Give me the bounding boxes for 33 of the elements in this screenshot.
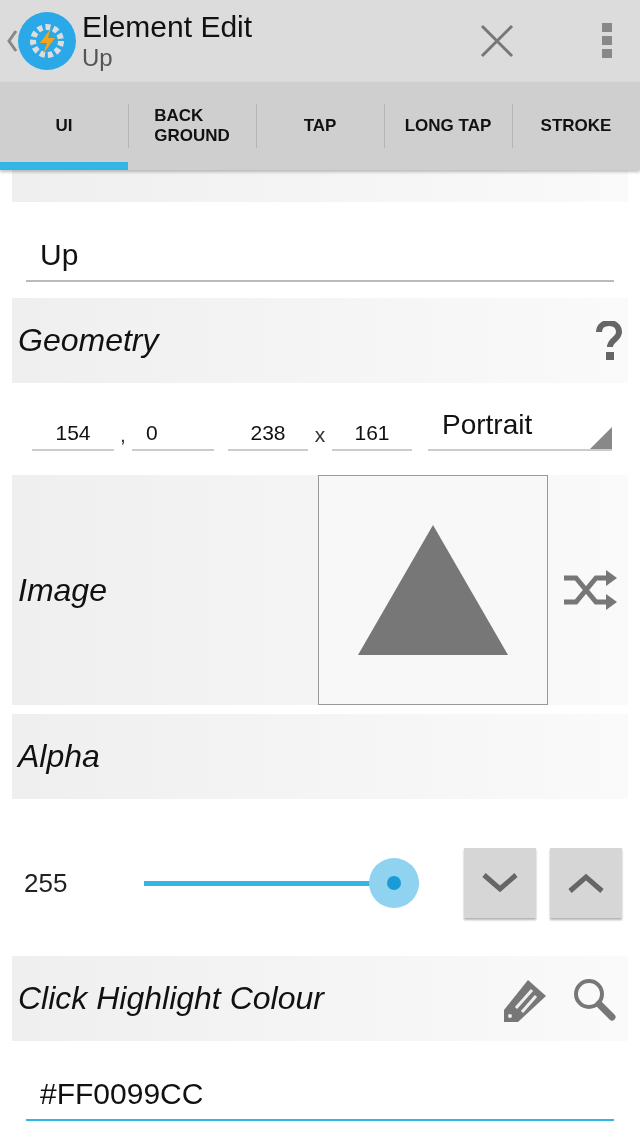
search-icon[interactable] <box>572 976 616 1021</box>
alpha-value: 255 <box>24 867 69 899</box>
section-title: Alpha <box>18 738 100 775</box>
section-title: Click Highlight Colour <box>18 980 324 1017</box>
chevron-up-icon <box>566 871 606 895</box>
name-input-field[interactable]: Up <box>26 230 614 282</box>
gear-bolt-logo-icon <box>18 12 76 70</box>
colour-input-field[interactable]: #FF0099CC <box>26 1069 614 1121</box>
image-preview[interactable] <box>318 475 548 705</box>
tab[interactable]: BACK GROUND <box>128 82 256 170</box>
screen-title: Element Edit <box>82 10 254 44</box>
dropdown-corner-icon <box>590 427 612 449</box>
comma-separator: , <box>119 423 127 448</box>
screen-subtitle: Up <box>82 44 114 72</box>
decrease-button[interactable] <box>464 848 536 918</box>
times-separator: x <box>313 423 327 448</box>
chevron-down-icon <box>480 871 520 895</box>
orientation-dropdown[interactable]: Portrait <box>428 409 612 451</box>
increase-button[interactable] <box>550 848 622 918</box>
help-question-icon[interactable] <box>596 320 622 361</box>
shuffle-icon[interactable] <box>562 570 618 610</box>
tab[interactable]: STROKE <box>512 82 640 170</box>
section-title: Image <box>17 571 107 609</box>
slider-thumb[interactable] <box>369 858 419 908</box>
height-input-field[interactable]: 161 <box>332 421 412 451</box>
tab[interactable]: LONG TAP <box>384 82 512 170</box>
x-input-field[interactable]: 154 <box>32 421 114 451</box>
tab[interactable]: TAP <box>256 82 384 170</box>
width-input-field[interactable]: 238 <box>228 421 308 451</box>
y-input-field[interactable]: 0 <box>132 421 214 451</box>
vertical-dots-icon <box>601 23 613 59</box>
back-chevron-icon[interactable] <box>6 29 18 53</box>
section-title: Geometry <box>18 322 159 359</box>
